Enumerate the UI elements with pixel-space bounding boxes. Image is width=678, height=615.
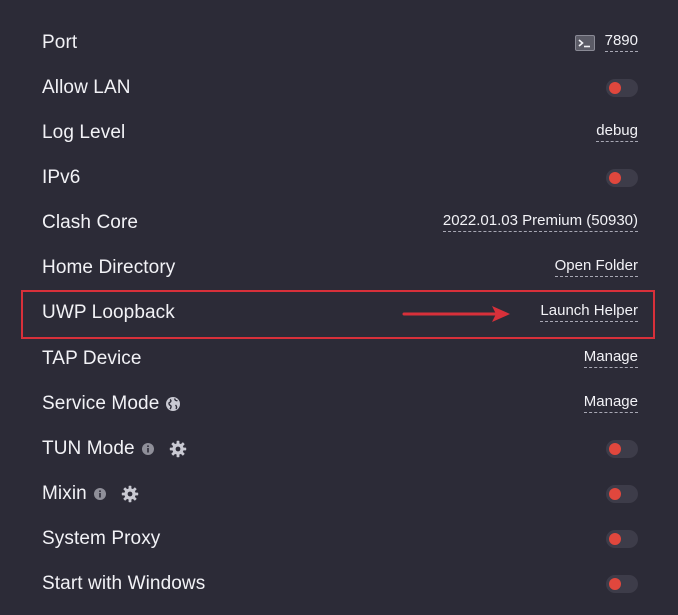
toggle-knob [609,442,621,455]
system-proxy-toggle[interactable] [606,529,638,548]
gear-icon[interactable] [121,485,139,503]
setting-row-ipv6: IPv6 [42,155,638,200]
setting-row-port: Port 7890 [42,20,638,65]
gear-icon[interactable] [169,440,187,458]
allow-lan-label: Allow LAN [42,76,131,98]
service-mode-manage-link[interactable]: Manage [583,394,638,413]
info-icon[interactable] [141,442,155,456]
toggle-knob [609,532,621,545]
open-folder-link[interactable]: Open Folder [554,258,638,277]
toggle-knob [609,171,621,184]
clash-core-version[interactable]: 2022.01.03 Premium (50930) [442,213,638,232]
terminal-icon[interactable] [574,34,595,51]
globe-icon [165,396,181,412]
home-directory-label: Home Directory [42,256,176,278]
start-with-windows-toggle[interactable] [606,574,638,593]
clash-core-label: Clash Core [42,211,139,233]
tap-device-manage-link[interactable]: Manage [583,349,638,368]
log-level-label: Log Level [42,121,126,143]
setting-row-clash-core: Clash Core 2022.01.03 Premium (50930) [42,200,638,245]
uwp-loopback-label: UWP Loopback [42,301,175,323]
setting-row-home-directory: Home Directory Open Folder [42,245,638,290]
toggle-knob [609,487,621,500]
launch-helper-link[interactable]: Launch Helper [540,303,638,322]
system-proxy-label: System Proxy [42,527,161,549]
setting-row-system-proxy: System Proxy [42,516,638,561]
start-with-windows-label: Start with Windows [42,572,206,594]
toggle-knob [609,81,621,94]
setting-row-tun-mode: TUN Mode [42,426,638,471]
log-level-value[interactable]: debug [596,123,638,142]
service-mode-label: Service Mode [42,392,160,414]
mixin-label: Mixin [42,482,87,504]
ipv6-toggle[interactable] [606,168,638,187]
setting-row-tap-device: TAP Device Manage [42,336,638,381]
port-value[interactable]: 7890 [604,33,638,52]
setting-row-start-with-windows: Start with Windows [42,561,638,606]
info-icon[interactable] [93,487,107,501]
setting-row-log-level: Log Level debug [42,110,638,155]
ipv6-label: IPv6 [42,166,81,188]
toggle-knob [609,577,621,590]
tun-mode-toggle[interactable] [606,439,638,458]
setting-row-allow-lan: Allow LAN [42,65,638,110]
setting-row-uwp-loopback: UWP Loopback Launch Helper [42,290,638,335]
port-label: Port [42,31,78,53]
setting-row-service-mode: Service Mode Manage [42,381,638,426]
tun-mode-label: TUN Mode [42,437,135,459]
setting-row-mixin: Mixin [42,471,638,516]
tap-device-label: TAP Device [42,347,142,369]
mixin-toggle[interactable] [606,484,638,503]
allow-lan-toggle[interactable] [606,78,638,97]
settings-panel: Port 7890 Allow LAN Log Level debug IPv6 [0,0,678,615]
